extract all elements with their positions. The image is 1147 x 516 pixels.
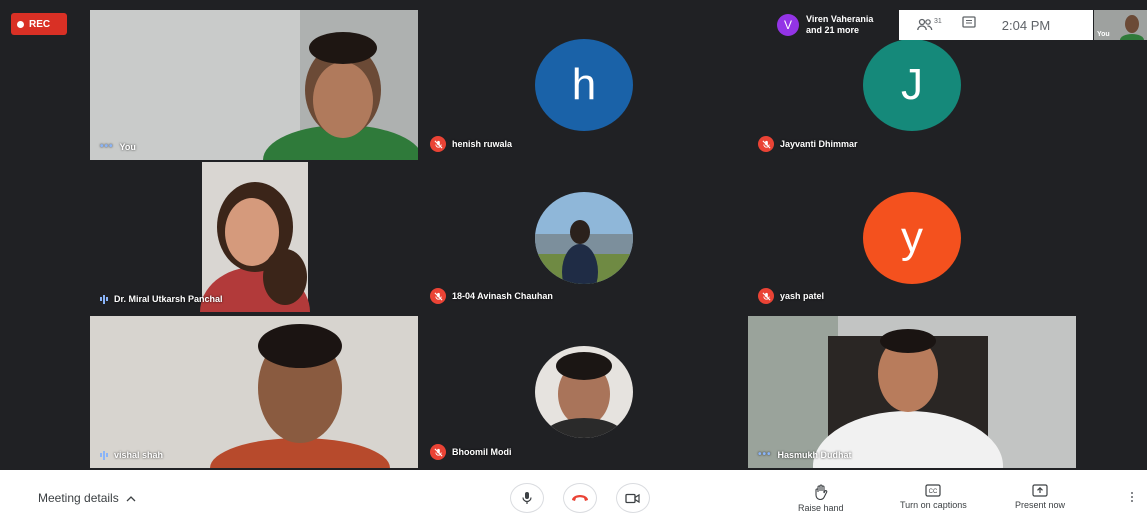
avatar: V: [777, 14, 799, 36]
avatar: [535, 346, 633, 438]
mic-off-icon: [430, 444, 446, 460]
participant-tile-hasmukh[interactable]: ••• Hasmukh Dudhat: [748, 316, 1076, 468]
speaking-indicator-icon: •••: [100, 141, 114, 152]
self-view-thumbnail[interactable]: You: [1094, 10, 1147, 40]
mic-off-icon: [430, 288, 446, 304]
mic-off-icon: [430, 136, 446, 152]
people-button[interactable]: 31: [917, 18, 942, 32]
participant-name: vishal shah: [100, 450, 163, 460]
avatar: [535, 192, 633, 284]
bottom-control-bar: Meeting details Raise hand CC Turn on ca…: [0, 470, 1147, 516]
participant-name: Jayvanti Dhimmar: [758, 136, 858, 152]
participant-notice[interactable]: V Viren Vaherania and 21 more: [771, 10, 899, 40]
raise-hand-icon: [815, 484, 828, 500]
participant-name: ••• Hasmukh Dudhat: [758, 449, 852, 460]
svg-text:CC: CC: [929, 489, 938, 495]
participant-name: Dr. Miral Utkarsh Panchal: [100, 294, 223, 304]
meeting-details-button[interactable]: Meeting details: [38, 491, 136, 505]
avatar: J: [863, 39, 961, 131]
participant-name: henish ruwala: [430, 136, 512, 152]
chat-icon: [962, 15, 976, 28]
raise-hand-button[interactable]: Raise hand: [798, 484, 844, 513]
record-dot-icon: [17, 20, 24, 28]
captions-icon: CC: [925, 484, 941, 497]
participant-name: Bhoomil Modi: [430, 444, 512, 460]
self-view-label: You: [1097, 31, 1110, 38]
participant-name: ••• You: [100, 141, 136, 152]
meeting-top-controls: 31 2:04 PM: [899, 10, 1093, 40]
microphone-icon: [522, 492, 532, 504]
participant-notice-text: Viren Vaherania and 21 more: [806, 14, 874, 35]
present-icon: [1032, 484, 1048, 497]
recording-badge: REC: [11, 13, 67, 35]
participant-name: yash patel: [758, 288, 824, 304]
audio-level-icon: [100, 294, 108, 304]
avatar: h: [535, 39, 633, 131]
microphone-button[interactable]: [510, 483, 544, 513]
hang-up-icon: [572, 495, 588, 501]
meeting-clock: 2:04 PM: [1001, 17, 1051, 33]
participant-tile-vishal[interactable]: vishal shah: [90, 316, 418, 468]
chat-button[interactable]: [962, 15, 976, 35]
captions-button[interactable]: CC Turn on captions: [900, 484, 967, 510]
participant-video: [90, 316, 418, 468]
video-grid: ••• You h henish ruwala J Jayvanti Dhimm…: [0, 0, 1147, 470]
participant-tile-henish[interactable]: h henish ruwala: [420, 10, 748, 160]
participant-tile-yash[interactable]: y yash patel: [748, 162, 1076, 312]
participant-name: 18-04 Avinash Chauhan: [430, 288, 553, 304]
participant-tile-miral[interactable]: Dr. Miral Utkarsh Panchal: [90, 162, 418, 312]
chevron-up-icon: [126, 495, 136, 501]
mic-off-icon: [758, 136, 774, 152]
camera-icon: [625, 493, 640, 503]
leave-call-button[interactable]: [563, 483, 597, 513]
more-options-icon[interactable]: [1131, 492, 1133, 502]
participant-tile-avinash[interactable]: 18-04 Avinash Chauhan: [420, 162, 748, 312]
audio-level-icon: [100, 450, 108, 460]
participant-tile-bhoomil[interactable]: Bhoomil Modi: [420, 316, 748, 468]
present-now-button[interactable]: Present now: [1015, 484, 1065, 510]
camera-button[interactable]: [616, 483, 650, 513]
people-icon: [917, 18, 933, 31]
participant-video: [90, 10, 418, 160]
speaking-indicator-icon: •••: [758, 449, 772, 460]
avatar: y: [863, 192, 961, 284]
mic-off-icon: [758, 288, 774, 304]
participant-tile-you[interactable]: ••• You: [90, 10, 418, 160]
participant-video: [748, 316, 1076, 468]
participant-video: [90, 162, 418, 312]
